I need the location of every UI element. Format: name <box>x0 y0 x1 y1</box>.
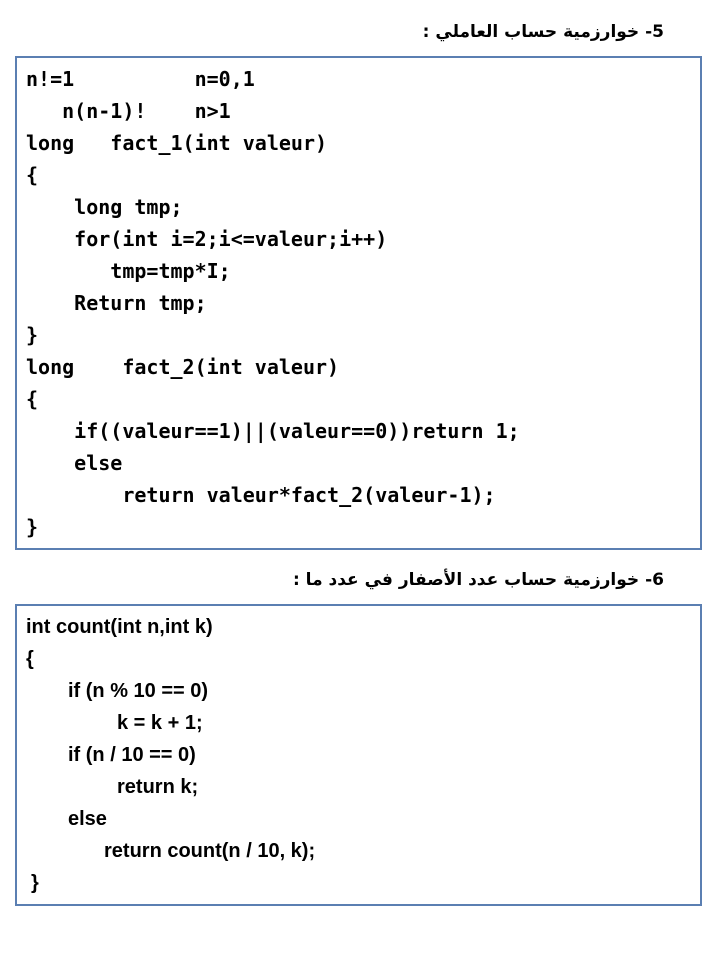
factorial-code-box: n!=1 n=0,1 n(n-1)! n>1 long fact_1(int v… <box>15 56 702 550</box>
code-line: k = k + 1; <box>117 712 203 734</box>
code-line: n(n-1)! n>1 <box>26 99 231 123</box>
code-line: } <box>26 323 39 347</box>
code-line: if (n / 10 == 0) <box>68 744 196 766</box>
code-line: Return tmp; <box>26 291 207 315</box>
code-line: { <box>26 163 39 187</box>
code-line: return k; <box>117 776 199 798</box>
code-line: { <box>26 648 34 670</box>
code-line: } <box>26 515 39 539</box>
section-6-heading: 6- خوارزمية حساب عدد الأصفار في عدد ما : <box>292 570 664 590</box>
code-line: return valeur*fact_2(valeur-1); <box>26 483 496 507</box>
code-line: for(int i=2;i<=valeur;i++) <box>26 227 388 251</box>
code-line: if (n % 10 == 0) <box>68 680 209 702</box>
code-line: n!=1 n=0,1 <box>26 67 255 91</box>
code-line: long tmp; <box>26 195 183 219</box>
code-line: { <box>26 387 39 411</box>
code-line: else <box>26 451 123 475</box>
code-line: else <box>68 808 107 830</box>
code-line: } <box>31 872 39 894</box>
code-line: tmp=tmp*I; <box>26 259 231 283</box>
count-zeros-code-box: int count(int n,int k) { if (n % 10 == 0… <box>15 604 702 906</box>
section-5-heading: 5- خوارزمية حساب العاملي : <box>422 22 664 42</box>
code-line: long fact_1(int valeur) <box>26 131 328 155</box>
code-line: int count(int n,int k) <box>26 616 213 638</box>
code-line: long fact_2(int valeur) <box>26 355 340 379</box>
code-line: return count(n / 10, k); <box>104 840 316 862</box>
code-line: if((valeur==1)||(valeur==0))return 1; <box>26 419 520 443</box>
